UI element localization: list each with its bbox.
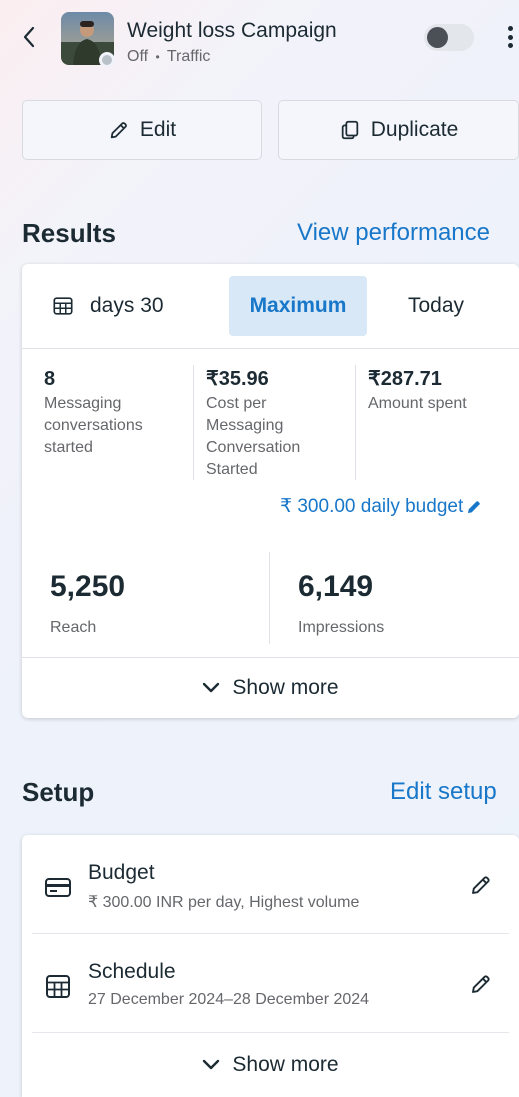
metric-value: ₹287.71	[368, 368, 442, 390]
metric-cost-per-conversation: ₹35.96 Cost per Messaging Conversation S…	[206, 367, 336, 481]
date-range-tabs: 30 days Maximum Today	[22, 264, 519, 349]
duplicate-button[interactable]: Duplicate	[278, 100, 519, 160]
calendar-icon	[46, 975, 70, 998]
show-more-label: Show more	[232, 1053, 339, 1076]
show-more-label: Show more	[232, 676, 339, 699]
toggle-knob	[427, 27, 448, 48]
metric-label: Impressions	[298, 619, 385, 636]
pencil-icon	[468, 500, 480, 513]
metric-label: Amount spent	[368, 395, 467, 412]
kebab-dot	[507, 43, 513, 48]
campaign-subtitle: Off • Traffic	[127, 48, 210, 66]
credit-card-icon	[45, 878, 71, 897]
tab-30-days-label: 30 days	[90, 294, 164, 317]
campaign-title: Weight loss Campaign	[127, 19, 337, 42]
pencil-icon	[110, 122, 127, 139]
results-title: Results	[22, 218, 116, 248]
back-button[interactable]	[14, 22, 44, 52]
daily-budget-label: ₹ 300.00 daily budget	[280, 496, 464, 517]
setup-card: Budget ₹ 300.00 INR per day, Highest vol…	[22, 835, 519, 1097]
view-performance-link[interactable]: View performance	[297, 219, 490, 247]
setup-row-budget[interactable]: Budget ₹ 300.00 INR per day, Highest vol…	[32, 835, 509, 934]
row-divider	[32, 1032, 509, 1033]
metric-amount-spent: ₹287.71 Amount spent	[368, 367, 513, 415]
edit-button-label: Edit	[139, 118, 177, 141]
duplicate-icon	[341, 120, 358, 140]
setup-row-title: Schedule	[88, 960, 176, 983]
metric-reach: 5,250 Reach	[50, 569, 125, 637]
setup-title: Setup	[22, 777, 95, 807]
divider	[269, 552, 270, 644]
edit-button[interactable]: Edit	[22, 100, 262, 160]
edit-setup-link[interactable]: Edit setup	[390, 778, 497, 806]
calendar-icon	[53, 297, 73, 315]
metric-label: Cost per Messaging Conversation Started	[206, 395, 301, 478]
subtitle-separator: •	[155, 50, 160, 64]
setup-row-schedule[interactable]: Schedule 27 December 2024–28 December 20…	[32, 934, 509, 1033]
chevron-down-icon	[203, 1059, 220, 1070]
divider	[355, 365, 356, 480]
results-card: 30 days Maximum Today 8 Messaging conver…	[22, 264, 519, 718]
chevron-left-icon	[23, 26, 35, 48]
setup-row-description: 27 December 2024–28 December 2024	[88, 991, 370, 1008]
setup-show-more-button[interactable]: Show more	[22, 1035, 519, 1095]
metric-value: 8	[44, 368, 56, 390]
metric-conversations: 8 Messaging conversations started	[44, 367, 194, 459]
pencil-icon[interactable]	[469, 972, 493, 996]
campaign-toggle[interactable]	[424, 24, 474, 51]
tab-today[interactable]: Today	[382, 276, 490, 336]
kebab-dot	[507, 34, 513, 40]
tab-30-days[interactable]: 30 days	[52, 276, 222, 336]
pencil-icon[interactable]	[469, 873, 493, 897]
kebab-dot	[507, 26, 513, 31]
divider	[193, 365, 194, 480]
tab-maximum[interactable]: Maximum	[229, 276, 367, 336]
metric-value: 5,250	[50, 570, 126, 603]
duplicate-button-label: Duplicate	[370, 118, 459, 141]
daily-budget-link[interactable]: ₹ 300.00 daily budget	[280, 495, 482, 518]
metric-value: 6,149	[298, 570, 374, 603]
metric-value: ₹35.96	[206, 368, 269, 390]
results-show-more-button[interactable]: Show more	[22, 657, 519, 718]
status-indicator	[99, 52, 115, 68]
metric-label: Messaging conversations started	[44, 395, 143, 456]
campaign-status: Off	[127, 48, 149, 65]
campaign-objective: Traffic	[166, 48, 211, 65]
more-options-button[interactable]	[500, 22, 519, 52]
metric-impressions: 6,149 Impressions	[298, 569, 384, 637]
setup-row-description: ₹ 300.00 INR per day, Highest volume	[88, 894, 360, 911]
chevron-down-icon	[203, 682, 220, 693]
metric-label: Reach	[50, 619, 97, 636]
setup-row-title: Budget	[88, 861, 155, 884]
